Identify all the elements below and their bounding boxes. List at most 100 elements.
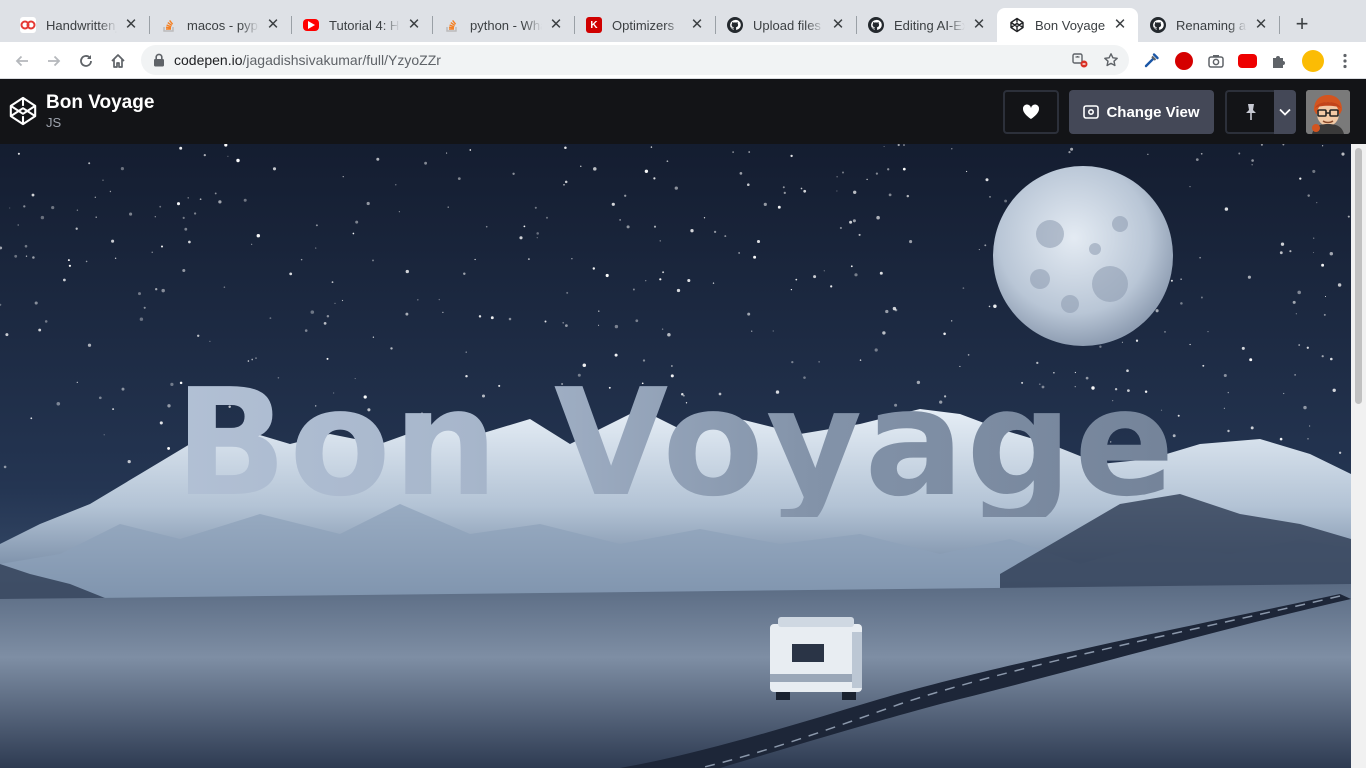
browser-tab[interactable]: macos - pypi ✕ — [149, 8, 292, 42]
chrome-menu-icon[interactable] — [1336, 52, 1354, 70]
star — [372, 336, 375, 338]
lock-icon[interactable] — [153, 53, 165, 67]
avatar-illustration — [1306, 90, 1350, 134]
translate-blocked-icon[interactable] — [1072, 52, 1088, 68]
close-tab-icon[interactable]: ✕ — [123, 17, 139, 33]
star — [129, 212, 133, 216]
star — [894, 308, 898, 312]
star — [40, 215, 45, 220]
star — [151, 251, 153, 253]
browser-tab[interactable]: Upload files ✕ — [715, 8, 857, 42]
star — [756, 239, 761, 244]
codepen-favicon-icon — [1009, 17, 1025, 33]
star — [909, 240, 913, 244]
close-tab-icon[interactable]: ✕ — [689, 17, 705, 33]
star — [523, 225, 526, 228]
star — [1312, 169, 1316, 173]
like-button[interactable] — [1003, 90, 1059, 134]
star — [592, 267, 595, 270]
star — [875, 172, 879, 175]
close-tab-icon[interactable]: ✕ — [265, 17, 281, 33]
back-button[interactable] — [10, 49, 34, 73]
tab-title: Renaming a fi — [1176, 17, 1247, 33]
star — [1292, 300, 1296, 304]
close-tab-icon[interactable]: ✕ — [406, 17, 422, 33]
star — [667, 332, 671, 337]
star — [463, 272, 466, 276]
forward-button[interactable] — [42, 49, 66, 73]
star — [562, 321, 565, 324]
forward-arrow-icon — [48, 55, 61, 67]
star — [243, 198, 247, 202]
star — [179, 146, 183, 150]
close-tab-icon[interactable]: ✕ — [1253, 17, 1269, 33]
extensions-puzzle-icon[interactable] — [1270, 52, 1288, 70]
star — [342, 176, 344, 178]
address-bar[interactable]: codepen.io/jagadishsivakumar/full/YzyoZZ… — [141, 45, 1129, 75]
star — [182, 268, 186, 273]
close-tab-icon[interactable]: ✕ — [830, 17, 846, 33]
home-button[interactable] — [106, 49, 130, 73]
star — [17, 224, 19, 226]
star — [1329, 251, 1334, 256]
star — [966, 170, 968, 173]
heart-icon — [1022, 104, 1040, 119]
star — [372, 259, 374, 262]
eyedropper-extension-icon[interactable] — [1143, 51, 1161, 69]
change-view-button[interactable]: Change View — [1069, 90, 1214, 134]
profile-avatar-icon[interactable] — [1302, 50, 1324, 72]
star — [738, 252, 740, 254]
browser-tab[interactable]: K Optimizers ✕ — [574, 8, 716, 42]
youtube-extension-icon[interactable] — [1238, 54, 1257, 68]
reload-button[interactable] — [74, 49, 98, 73]
star — [747, 183, 750, 186]
pin-button[interactable] — [1225, 90, 1274, 134]
star — [154, 216, 156, 218]
close-tab-icon[interactable]: ✕ — [971, 17, 987, 33]
star — [536, 232, 539, 235]
camera-extension-icon[interactable] — [1207, 52, 1225, 70]
browser-tab[interactable]: Handwritten_ ✕ — [8, 8, 150, 42]
bookmark-star-icon[interactable] — [1103, 52, 1119, 68]
codepen-logo-icon[interactable] — [8, 96, 38, 126]
url-text[interactable]: codepen.io/jagadishsivakumar/full/YzyoZZ… — [174, 52, 441, 68]
close-tab-icon[interactable]: ✕ — [548, 17, 564, 33]
star — [772, 330, 774, 332]
star — [199, 198, 202, 201]
star — [1324, 295, 1327, 298]
star — [1323, 313, 1326, 316]
star — [1298, 344, 1301, 346]
star — [624, 194, 627, 197]
browser-tab[interactable]: Editing AI-Exp ✕ — [856, 8, 997, 42]
keras-favicon-icon: K — [586, 17, 602, 33]
star — [659, 278, 662, 281]
star — [1004, 199, 1008, 203]
star — [800, 187, 803, 190]
new-tab-button[interactable]: + — [1290, 13, 1314, 37]
browser-tab[interactable]: Tutorial 4: Ho ✕ — [291, 8, 433, 42]
page-scrollbar[interactable] — [1351, 144, 1366, 768]
star — [849, 220, 853, 224]
star — [1306, 346, 1309, 349]
user-avatar[interactable] — [1306, 90, 1350, 134]
star — [31, 193, 35, 197]
star — [951, 320, 953, 322]
star — [395, 184, 397, 186]
star — [858, 233, 861, 236]
star — [852, 219, 856, 223]
browser-tab[interactable]: Renaming a fi ✕ — [1138, 8, 1280, 42]
browser-tab-active[interactable]: Bon Voyage ✕ — [997, 8, 1138, 42]
scrollbar-thumb[interactable] — [1355, 148, 1362, 404]
star — [614, 324, 619, 329]
star — [993, 304, 997, 309]
pin-dropdown-button[interactable] — [1274, 90, 1296, 134]
star — [753, 255, 757, 259]
browser-tab[interactable]: python - Wha ✕ — [432, 8, 575, 42]
star — [9, 207, 11, 209]
star — [160, 245, 164, 248]
close-tab-icon[interactable]: ✕ — [1112, 17, 1128, 33]
pen-author[interactable]: JS — [46, 115, 61, 130]
star — [653, 177, 656, 180]
tab-title: Bon Voyage — [1035, 17, 1106, 33]
adblock-extension-icon[interactable] — [1175, 52, 1193, 70]
